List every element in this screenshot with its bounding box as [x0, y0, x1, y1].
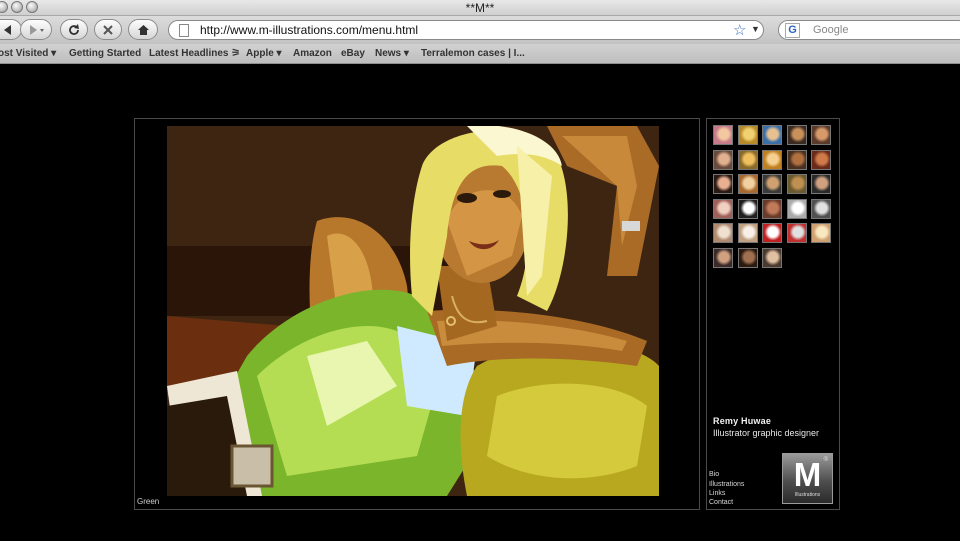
thumbnail-3[interactable] [762, 125, 782, 145]
artist-name: Remy Huwae [713, 416, 772, 426]
home-button[interactable] [128, 19, 158, 40]
thumbnail-1[interactable] [713, 125, 733, 145]
thumbnail-6[interactable] [713, 149, 733, 170]
menu-item-bio[interactable]: Bio [709, 471, 719, 478]
reload-icon [69, 23, 79, 35]
m-logo[interactable]: M ® Illustrations [782, 453, 833, 504]
thumbnail-4[interactable] [786, 125, 807, 145]
thumbnail-13[interactable] [762, 174, 782, 194]
search-bar[interactable]: G Google [778, 20, 960, 40]
illustration-image [167, 126, 659, 496]
title-bar: **M** [0, 0, 960, 16]
thumbnail-27[interactable] [737, 247, 758, 268]
url-text[interactable]: http://www.m-illustrations.com/menu.html [200, 23, 418, 37]
thumbnail-12[interactable] [737, 174, 758, 194]
featured-illustration [167, 126, 659, 496]
illustration-caption: Green [137, 497, 160, 506]
page-icon [179, 24, 189, 37]
thumbnail-16[interactable] [713, 198, 733, 219]
bookmark-ebay[interactable]: eBay [341, 48, 365, 59]
thumbnail-14[interactable] [786, 174, 807, 194]
bookmark-terralemon[interactable]: Terralemon cases | I... [421, 48, 525, 59]
stop-button[interactable] [94, 19, 122, 40]
thumbnail-19[interactable] [786, 198, 807, 219]
thumbnail-25[interactable] [811, 223, 831, 243]
menu-item-links[interactable]: Links [709, 490, 725, 497]
thumbnail-21[interactable] [713, 223, 733, 243]
logo-registered: ® [823, 457, 828, 463]
forward-icon [30, 24, 44, 35]
bookmark-news[interactable]: News ▾ [375, 48, 409, 59]
window-title: **M** [465, 1, 495, 15]
bookmark-most-visited[interactable]: ost Visited ▾ [0, 48, 56, 59]
navigation-toolbar: http://www.m-illustrations.com/menu.html… [0, 16, 960, 44]
google-icon[interactable]: G [785, 23, 800, 38]
thumbnail-23[interactable] [762, 223, 782, 243]
address-bar[interactable]: http://www.m-illustrations.com/menu.html… [168, 20, 764, 40]
thumbnail-26[interactable] [713, 247, 733, 268]
thumbnail-28[interactable] [762, 247, 782, 268]
thumbnail-8[interactable] [762, 149, 782, 170]
reload-button[interactable] [60, 19, 88, 40]
back-button[interactable] [0, 19, 22, 40]
thumbnail-11[interactable] [713, 174, 733, 194]
thumbnail-20[interactable] [811, 198, 831, 219]
bookmarks-toolbar: ost Visited ▾ Getting Started Latest Hea… [0, 44, 960, 64]
artist-role: Illustrator graphic designer [713, 428, 820, 438]
bookmark-latest-headlines[interactable]: Latest Headlines ⚞ [149, 48, 240, 59]
bookmark-getting-started[interactable]: Getting Started [69, 48, 141, 59]
thumbnail-24[interactable] [786, 223, 807, 243]
bookmark-star-icon[interactable]: ☆ [733, 21, 746, 39]
thumbnail-18[interactable] [762, 198, 782, 219]
forward-button[interactable] [20, 19, 52, 40]
thumbnail-10[interactable] [811, 149, 831, 170]
thumbnail-2[interactable] [737, 125, 758, 145]
search-input[interactable]: Google [813, 24, 848, 36]
thumbnail-15[interactable] [811, 174, 831, 194]
back-icon [4, 24, 11, 35]
bookmark-amazon[interactable]: Amazon [293, 48, 332, 59]
home-icon [137, 24, 149, 35]
bookmark-apple[interactable]: Apple ▾ [246, 48, 282, 59]
url-dropdown-icon[interactable]: ▼ [751, 24, 760, 34]
thumbnail-5[interactable] [811, 125, 831, 145]
menu-item-illustrations[interactable]: Illustrations [709, 481, 744, 488]
thumbnail-17[interactable] [737, 198, 758, 219]
thumbnail-7[interactable] [737, 149, 758, 170]
logo-tagline: Illustrations [794, 492, 821, 498]
stop-icon [103, 24, 113, 35]
menu-item-contact[interactable]: Contact [709, 499, 733, 506]
thumbnail-9[interactable] [786, 149, 807, 170]
thumbnail-22[interactable] [737, 223, 758, 243]
